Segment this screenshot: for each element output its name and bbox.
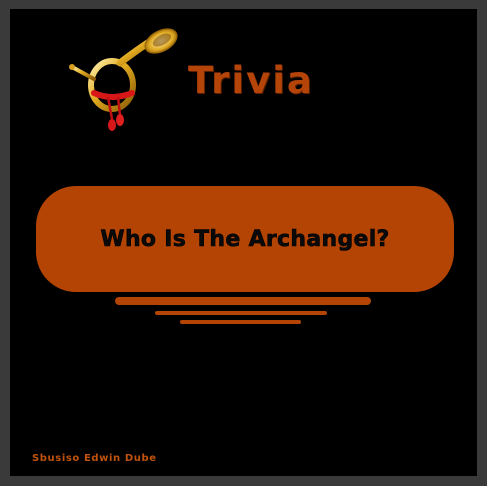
author-credit: Sbusiso Edwin Dube xyxy=(32,453,157,464)
question-box: Who Is The Archangel? xyxy=(36,186,454,292)
decorative-line xyxy=(115,297,371,305)
card-frame: Trivia Who Is The Archangel? Sbusiso Edw… xyxy=(10,9,477,476)
post-horn-icon xyxy=(69,28,178,131)
question-text: Who Is The Archangel? xyxy=(100,226,390,252)
trivia-title: Trivia xyxy=(188,59,314,102)
decorative-line xyxy=(155,311,327,315)
decorative-line xyxy=(180,320,301,324)
